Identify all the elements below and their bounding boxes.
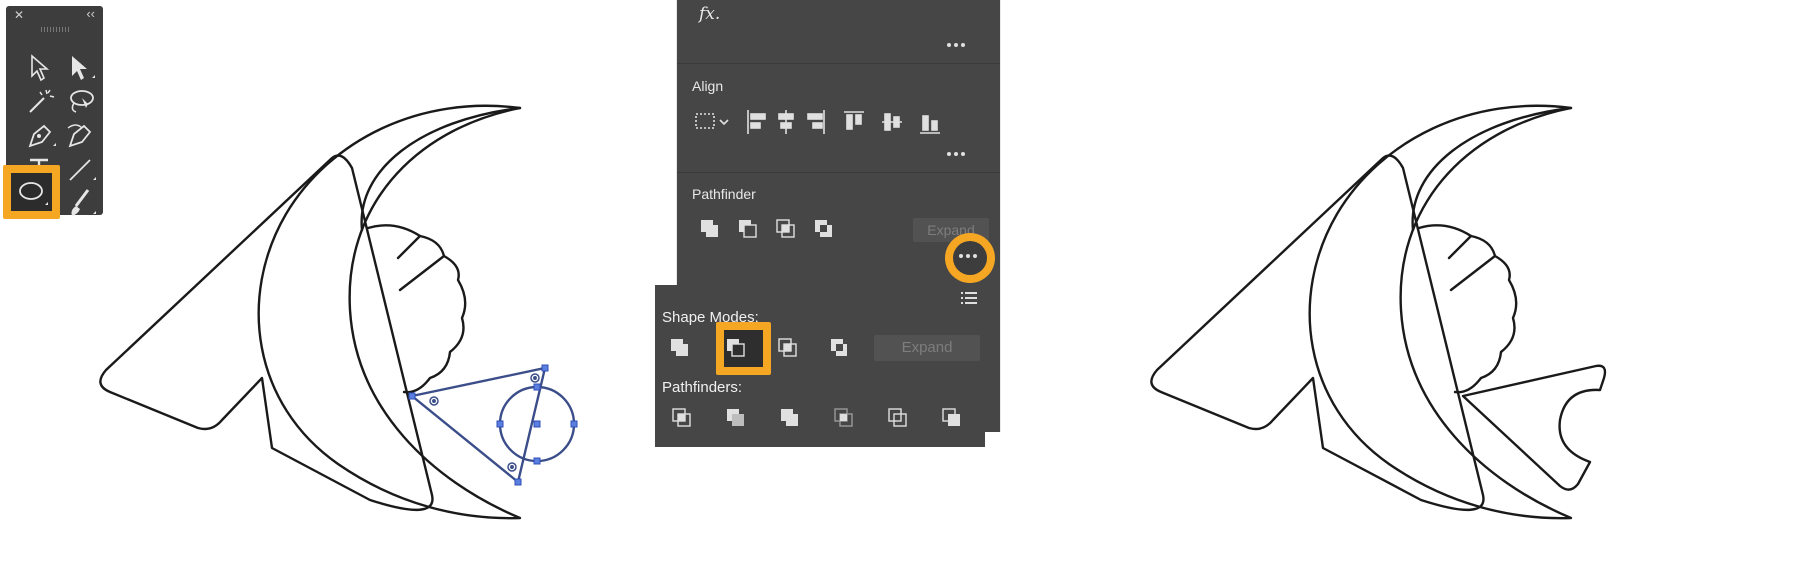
fish-body-triangle: [1150, 154, 1485, 511]
divide-icon[interactable]: [672, 408, 691, 427]
drag-grip[interactable]: [41, 27, 69, 32]
direct-selection-tool[interactable]: [60, 50, 100, 84]
align-section-title: Align: [692, 78, 724, 94]
trim-icon[interactable]: [727, 409, 744, 426]
minus-back-icon[interactable]: [942, 408, 960, 426]
fish-fin-scallops: [1417, 224, 1518, 394]
magic-wand-tool[interactable]: [20, 84, 60, 118]
more-options-icon: [959, 254, 981, 262]
more-options-icon[interactable]: [947, 43, 969, 51]
align-icons: [695, 110, 940, 134]
horizontal-align-right-icon[interactable]: [807, 110, 825, 134]
fish-outer-crescent: [1308, 104, 1573, 520]
ellipse-icon: [19, 182, 48, 205]
lasso-tool[interactable]: [60, 84, 100, 118]
pen-tool[interactable]: [20, 118, 60, 152]
ellipse-tool[interactable]: [11, 173, 52, 211]
expand-button[interactable]: Expand: [874, 335, 980, 361]
shape-mode-icons: [671, 338, 847, 357]
pathfinder-popup: Shape Modes: Expand Pathfinders:: [655, 285, 985, 447]
unite-icon[interactable]: [671, 339, 688, 356]
horizontal-align-center-icon[interactable]: [778, 110, 794, 134]
pathfinder-more-options-button[interactable]: [953, 241, 987, 275]
curvature-tool[interactable]: [60, 118, 100, 152]
crop-icon[interactable]: [834, 408, 853, 427]
fx-label[interactable]: fx.: [699, 4, 720, 24]
selection-tool[interactable]: [20, 50, 60, 84]
merge-icon[interactable]: [781, 409, 798, 426]
collapse-icon[interactable]: ‹‹: [86, 6, 95, 21]
pathfinder-quick-icons: [701, 219, 832, 238]
pathfinder-icons: [672, 408, 960, 427]
vertical-align-center-icon[interactable]: [882, 113, 902, 131]
align-to-selection-icon[interactable]: [695, 113, 729, 129]
panel-menu-icon[interactable]: [961, 291, 977, 305]
unite-icon[interactable]: [701, 220, 718, 237]
pathfinder-section-title: Pathfinder: [692, 186, 756, 202]
minus-front-icon[interactable]: [727, 339, 745, 357]
tools-panel-header: ✕ ‹‹: [6, 6, 103, 24]
intersect-icon[interactable]: [778, 338, 797, 357]
line-segment-tool[interactable]: [60, 152, 100, 186]
paintbrush-tool[interactable]: [60, 186, 100, 220]
vertical-align-top-icon[interactable]: [844, 111, 864, 130]
close-icon[interactable]: ✕: [14, 8, 24, 22]
more-options-icon[interactable]: [947, 152, 969, 160]
intersect-icon[interactable]: [776, 219, 795, 238]
horizontal-align-left-icon[interactable]: [747, 110, 766, 134]
vertical-align-bottom-icon[interactable]: [920, 115, 940, 134]
tail-minus-front-result: [1461, 364, 1607, 491]
outline-icon[interactable]: [888, 408, 907, 427]
pathfinders-label: Pathfinders:: [662, 379, 743, 396]
minus-front-icon[interactable]: [739, 220, 757, 238]
exclude-icon[interactable]: [831, 339, 847, 356]
exclude-icon[interactable]: [815, 220, 832, 237]
